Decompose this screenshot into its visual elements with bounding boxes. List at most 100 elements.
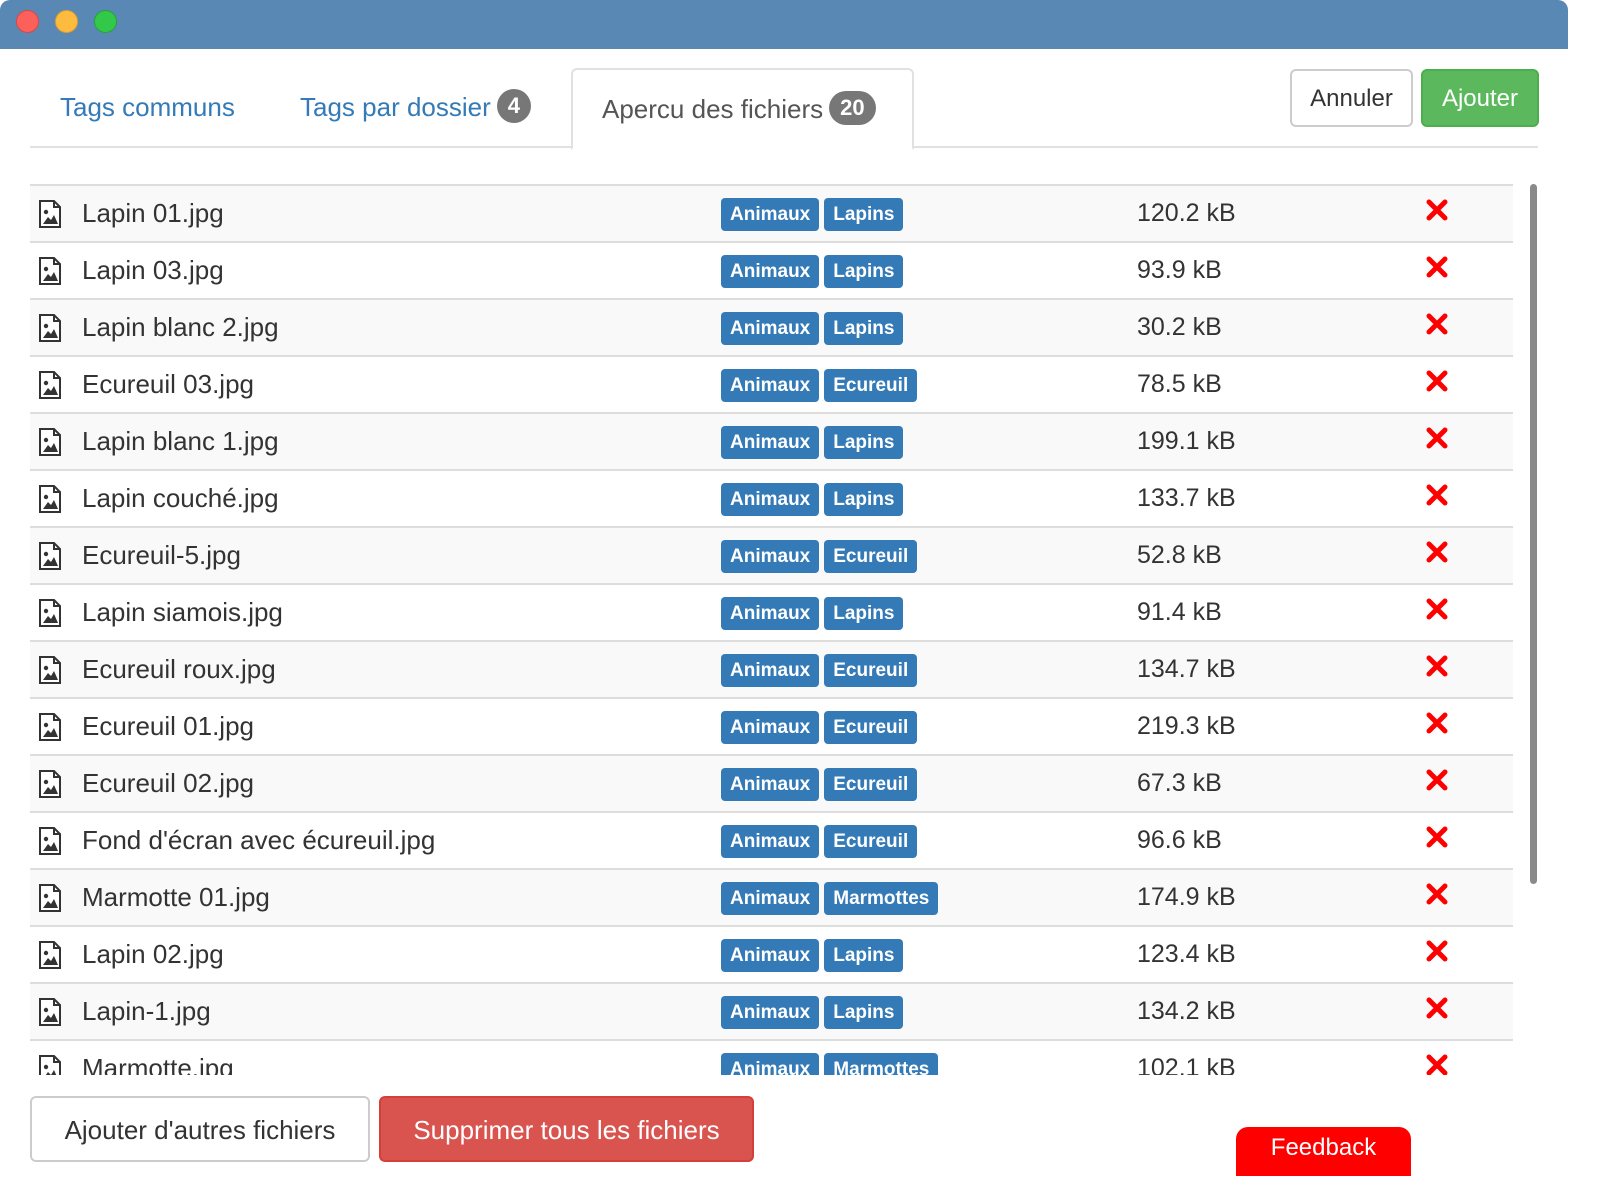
tab-tags-par-dossier[interactable]: Tags par dossier 4: [300, 68, 532, 148]
delete-x-icon[interactable]: [1425, 312, 1449, 342]
tag-label[interactable]: Lapins: [824, 597, 904, 630]
file-size: 219.3 kB: [1137, 712, 1236, 740]
scrollbar-thumb[interactable]: [1530, 184, 1537, 884]
scrollbar[interactable]: [1528, 184, 1538, 1075]
tag-label[interactable]: Animaux: [721, 654, 820, 687]
tag-label[interactable]: Animaux: [721, 198, 820, 231]
tag-label[interactable]: Animaux: [721, 1053, 820, 1075]
tag-label[interactable]: Animaux: [721, 540, 820, 573]
delete-x-icon[interactable]: [1425, 426, 1449, 456]
window-close-button[interactable]: [16, 10, 39, 33]
delete-x-icon[interactable]: [1425, 1053, 1449, 1075]
delete-x-icon[interactable]: [1425, 711, 1449, 741]
delete-x-icon[interactable]: [1425, 939, 1449, 969]
file-row[interactable]: Lapin couché.jpg Animaux Lapins 133.7 kB: [30, 469, 1513, 526]
file-row[interactable]: Lapin 02.jpg Animaux Lapins 123.4 kB: [30, 925, 1513, 982]
file-name: Lapin couché.jpg: [82, 483, 279, 513]
file-row[interactable]: Marmotte.jpg Animaux Marmottes 102.1 kB: [30, 1039, 1513, 1075]
tag-label[interactable]: Animaux: [721, 426, 820, 459]
file-row[interactable]: Lapin blanc 1.jpg Animaux Lapins 199.1 kB: [30, 412, 1513, 469]
tag-label[interactable]: Ecureuil: [824, 654, 918, 687]
delete-x-icon[interactable]: [1425, 540, 1449, 570]
file-tags: Animaux Lapins: [721, 597, 908, 630]
tag-label[interactable]: Animaux: [721, 768, 820, 801]
window-maximize-button[interactable]: [94, 10, 117, 33]
delete-x-icon[interactable]: [1425, 996, 1449, 1026]
tab-label: Apercu des fichiers: [602, 94, 824, 124]
tag-label[interactable]: Animaux: [721, 996, 820, 1029]
file-tags: Animaux Ecureuil: [721, 825, 922, 858]
window-minimize-button[interactable]: [55, 10, 78, 33]
file-size: 123.4 kB: [1137, 940, 1236, 968]
delete-x-icon[interactable]: [1425, 768, 1449, 798]
tag-label[interactable]: Animaux: [721, 711, 820, 744]
file-row[interactable]: Ecureuil roux.jpg Animaux Ecureuil 134.7 kB: [30, 640, 1513, 697]
delete-all-files-button[interactable]: Supprimer tous les fichiers: [379, 1096, 754, 1162]
add-button[interactable]: Ajouter: [1421, 69, 1539, 127]
tab-tags-communs[interactable]: Tags communs: [60, 68, 235, 148]
file-row[interactable]: Ecureuil 01.jpg Animaux Ecureuil 219.3 kB: [30, 697, 1513, 754]
image-file-icon: [38, 941, 62, 969]
file-row[interactable]: Ecureuil-5.jpg Animaux Ecureuil 52.8 kB: [30, 526, 1513, 583]
cancel-button[interactable]: Annuler: [1290, 69, 1413, 127]
tag-label[interactable]: Animaux: [721, 597, 820, 630]
delete-x-icon[interactable]: [1425, 597, 1449, 627]
tag-label[interactable]: Marmottes: [824, 1053, 939, 1075]
add-more-files-button[interactable]: Ajouter d'autres fichiers: [30, 1096, 370, 1162]
file-size: 78.5 kB: [1137, 370, 1222, 398]
file-row[interactable]: Ecureuil 03.jpg Animaux Ecureuil 78.5 kB: [30, 355, 1513, 412]
tag-label[interactable]: Lapins: [824, 255, 904, 288]
file-row[interactable]: Ecureuil 02.jpg Animaux Ecureuil 67.3 kB: [30, 754, 1513, 811]
delete-x-icon[interactable]: [1425, 255, 1449, 285]
delete-x-icon[interactable]: [1425, 654, 1449, 684]
file-row[interactable]: Lapin 01.jpg Animaux Lapins 120.2 kB: [30, 184, 1513, 241]
tag-label[interactable]: Animaux: [721, 825, 820, 858]
file-name: Lapin siamois.jpg: [82, 597, 283, 627]
file-size: 134.7 kB: [1137, 655, 1236, 683]
tag-label[interactable]: Lapins: [824, 996, 904, 1029]
file-row[interactable]: Lapin 03.jpg Animaux Lapins 93.9 kB: [30, 241, 1513, 298]
delete-x-icon[interactable]: [1425, 198, 1449, 228]
delete-x-icon[interactable]: [1425, 369, 1449, 399]
tab-apercu-des-fichiers[interactable]: Apercu des fichiers 20: [571, 68, 914, 150]
delete-x-icon[interactable]: [1425, 882, 1449, 912]
tag-label[interactable]: Animaux: [721, 369, 820, 402]
tag-label[interactable]: Ecureuil: [824, 768, 918, 801]
file-row[interactable]: Lapin siamois.jpg Animaux Lapins 91.4 kB: [30, 583, 1513, 640]
file-tags: Animaux Lapins: [721, 198, 908, 231]
feedback-button[interactable]: Feedback: [1236, 1127, 1411, 1176]
image-file-icon: [38, 770, 62, 798]
file-tags: Animaux Lapins: [721, 483, 908, 516]
file-row[interactable]: Fond d'écran avec écureuil.jpg Animaux Ecu…: [30, 811, 1513, 868]
tag-label[interactable]: Animaux: [721, 483, 820, 516]
window-titlebar[interactable]: [0, 0, 1568, 49]
tag-label[interactable]: Marmottes: [824, 882, 939, 915]
file-name: Ecureuil 02.jpg: [82, 768, 254, 798]
tag-label[interactable]: Ecureuil: [824, 711, 918, 744]
file-size: 52.8 kB: [1137, 541, 1222, 569]
file-row[interactable]: Marmotte 01.jpg Animaux Marmottes 174.9 kB: [30, 868, 1513, 925]
tag-label[interactable]: Lapins: [824, 426, 904, 459]
tag-label[interactable]: Animaux: [721, 255, 820, 288]
tag-label[interactable]: Ecureuil: [824, 369, 918, 402]
delete-x-icon[interactable]: [1425, 825, 1449, 855]
file-list[interactable]: Lapin 01.jpg Animaux Lapins 120.2 kB Lapin 0…: [30, 184, 1513, 1075]
tag-label[interactable]: Animaux: [721, 939, 820, 972]
tag-label[interactable]: Lapins: [824, 198, 904, 231]
file-row[interactable]: Lapin-1.jpg Animaux Lapins 134.2 kB: [30, 982, 1513, 1039]
tag-label[interactable]: Animaux: [721, 312, 820, 345]
file-row[interactable]: Lapin blanc 2.jpg Animaux Lapins 30.2 kB: [30, 298, 1513, 355]
tag-label[interactable]: Ecureuil: [824, 540, 918, 573]
delete-x-icon[interactable]: [1425, 483, 1449, 513]
file-name: Lapin 03.jpg: [82, 255, 224, 285]
tag-label[interactable]: Ecureuil: [824, 825, 918, 858]
image-file-icon: [38, 428, 62, 456]
tag-label[interactable]: Lapins: [824, 312, 904, 345]
tag-label[interactable]: Animaux: [721, 882, 820, 915]
tag-label[interactable]: Lapins: [824, 483, 904, 516]
image-file-icon: [38, 371, 62, 399]
file-tags: Animaux Lapins: [721, 426, 908, 459]
file-size: 67.3 kB: [1137, 769, 1222, 797]
tag-label[interactable]: Lapins: [824, 939, 904, 972]
image-file-icon: [38, 542, 62, 570]
